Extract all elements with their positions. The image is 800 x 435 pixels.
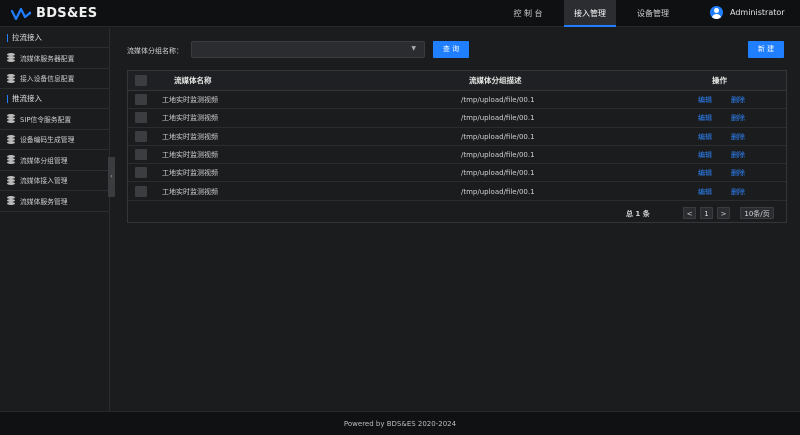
sidebar-group-pull[interactable]: 拉流接入	[0, 28, 109, 48]
nav-console[interactable]: 控 制 台	[502, 0, 554, 27]
database-icon	[7, 134, 15, 144]
logo[interactable]: BDS&ES	[11, 6, 97, 21]
database-icon	[7, 155, 15, 165]
stream-desc: /tmp/upload/file/00.1	[461, 132, 535, 141]
column-header-desc: 流媒体分组描述	[469, 76, 522, 85]
row-checkbox[interactable]	[135, 185, 147, 197]
column-header-name: 流媒体名称	[174, 76, 212, 85]
edit-link[interactable]: 编辑	[698, 146, 712, 164]
sidebar-item-label: 设备编码生成管理	[20, 136, 75, 145]
sidebar-collapse-handle[interactable]: ‹	[108, 157, 115, 197]
sidebar-group-label: 推流接入	[12, 94, 42, 103]
stream-desc: /tmp/upload/file/00.1	[461, 169, 535, 178]
stream-desc: /tmp/upload/file/00.1	[461, 96, 535, 104]
sidebar-item-label: 流媒体分组管理	[20, 156, 68, 165]
edit-link[interactable]: 编辑	[698, 183, 712, 201]
sidebar-item-label: 接入设备信息配置	[20, 75, 75, 84]
stream-name: 工地实时监测视频	[162, 187, 218, 196]
sidebar-item-sip-config[interactable]: SIP信令服务配置	[0, 109, 109, 130]
sidebar-item-label: 流媒体接入管理	[20, 177, 68, 186]
sidebar-item-media-server-config[interactable]: 流媒体服务器配置	[0, 48, 109, 69]
chevron-down-icon: ▼	[411, 45, 416, 52]
delete-link[interactable]: 删除	[731, 109, 745, 127]
stream-desc: /tmp/upload/file/00.1	[461, 114, 535, 123]
table-row: 工地实时监测视频 /tmp/upload/file/00.1 编辑 删除	[128, 183, 786, 201]
sidebar-item-media-group-management[interactable]: 流媒体分组管理	[0, 150, 109, 171]
stream-name: 工地实时监测视频	[162, 96, 218, 104]
select-all-checkbox[interactable]	[135, 75, 147, 86]
row-checkbox[interactable]	[135, 167, 147, 179]
page-size-select[interactable]: 10条/页	[740, 207, 774, 219]
sidebar-item-device-info-config[interactable]: 接入设备信息配置	[0, 69, 109, 89]
nav-device-management[interactable]: 设备管理	[627, 0, 679, 27]
group-name-label: 流媒体分组名称：	[127, 47, 183, 55]
database-icon	[7, 114, 15, 124]
sidebar: 拉流接入 流媒体服务器配置 接入设备信息配置 推流接入 SIP信令服务配置 设备…	[0, 28, 110, 411]
stream-desc: /tmp/upload/file/00.1	[461, 150, 535, 159]
row-checkbox[interactable]	[135, 130, 147, 142]
delete-link[interactable]: 删除	[731, 146, 745, 164]
total-count: 总 1 条	[626, 210, 650, 218]
sidebar-group-push[interactable]: 推流接入	[0, 89, 109, 109]
table-row: 工地实时监测视频 /tmp/upload/file/00.1 编辑 删除	[128, 109, 786, 128]
next-page-button[interactable]: >	[717, 207, 730, 219]
sidebar-item-media-service-management[interactable]: 流媒体服务管理	[0, 191, 109, 212]
logo-text: BDS&ES	[36, 6, 98, 21]
sidebar-item-device-code-management[interactable]: 设备编码生成管理	[0, 130, 109, 150]
table-header: 流媒体名称 流媒体分组描述 操作	[128, 71, 786, 91]
row-checkbox[interactable]	[135, 148, 147, 160]
delete-link[interactable]: 删除	[731, 91, 745, 109]
footer: Powered by BDS&ES 2020-2024	[0, 411, 800, 435]
prev-page-button[interactable]: <	[683, 207, 696, 219]
footer-text: Powered by BDS&ES 2020-2024	[343, 420, 457, 428]
sidebar-item-label: 流媒体服务管理	[20, 197, 68, 206]
nav-access-management[interactable]: 接入管理	[564, 0, 616, 27]
edit-link[interactable]: 编辑	[698, 128, 712, 146]
database-icon	[7, 73, 15, 83]
edit-link[interactable]: 编辑	[698, 91, 712, 109]
user-menu[interactable]: Administrator	[710, 6, 785, 19]
edit-link[interactable]: 编辑	[698, 109, 712, 127]
table-row: 工地实时监测视频 /tmp/upload/file/00.1 编辑 删除	[128, 164, 786, 183]
stream-name: 工地实时监测视频	[162, 114, 218, 123]
sidebar-item-label: 流媒体服务器配置	[20, 54, 75, 63]
sidebar-item-label: SIP信令服务配置	[20, 115, 72, 124]
query-button[interactable]: 查 询	[433, 41, 469, 58]
table-row: 工地实时监测视频 /tmp/upload/file/00.1 编辑 删除	[128, 128, 786, 146]
pagination: 总 1 条 < 1 > 10条/页	[128, 205, 786, 223]
top-header: BDS&ES 控 制 台 接入管理 设备管理 Administrator	[0, 0, 800, 27]
row-checkbox[interactable]	[135, 94, 147, 105]
row-checkbox[interactable]	[135, 112, 147, 124]
sidebar-item-media-access-management[interactable]: 流媒体接入管理	[0, 171, 109, 191]
stream-desc: /tmp/upload/file/00.1	[461, 187, 535, 196]
delete-link[interactable]: 删除	[731, 164, 745, 182]
user-name: Administrator	[730, 8, 785, 17]
logo-icon	[11, 7, 31, 20]
table-row: 工地实时监测视频 /tmp/upload/file/00.1 编辑 删除	[128, 91, 786, 110]
stream-name: 工地实时监测视频	[162, 169, 218, 178]
stream-name: 工地实时监测视频	[162, 150, 218, 159]
table-row: 工地实时监测视频 /tmp/upload/file/00.1 编辑 删除	[128, 146, 786, 165]
user-avatar-icon	[710, 6, 723, 19]
stream-table: 流媒体名称 流媒体分组描述 操作 工地实时监测视频 /tmp/upload/fi…	[127, 70, 787, 223]
column-header-actions: 操作	[712, 76, 727, 85]
stream-name: 工地实时监测视频	[162, 132, 218, 141]
database-icon	[7, 53, 15, 63]
database-icon	[7, 175, 15, 185]
new-button[interactable]: 新 建	[748, 41, 784, 58]
delete-link[interactable]: 删除	[731, 183, 745, 201]
delete-link[interactable]: 删除	[731, 128, 745, 146]
sidebar-group-label: 拉流接入	[12, 33, 42, 42]
edit-link[interactable]: 编辑	[698, 164, 712, 182]
database-icon	[7, 196, 15, 206]
group-name-select[interactable]: ▼	[191, 41, 425, 58]
page-number-button[interactable]: 1	[700, 207, 713, 219]
